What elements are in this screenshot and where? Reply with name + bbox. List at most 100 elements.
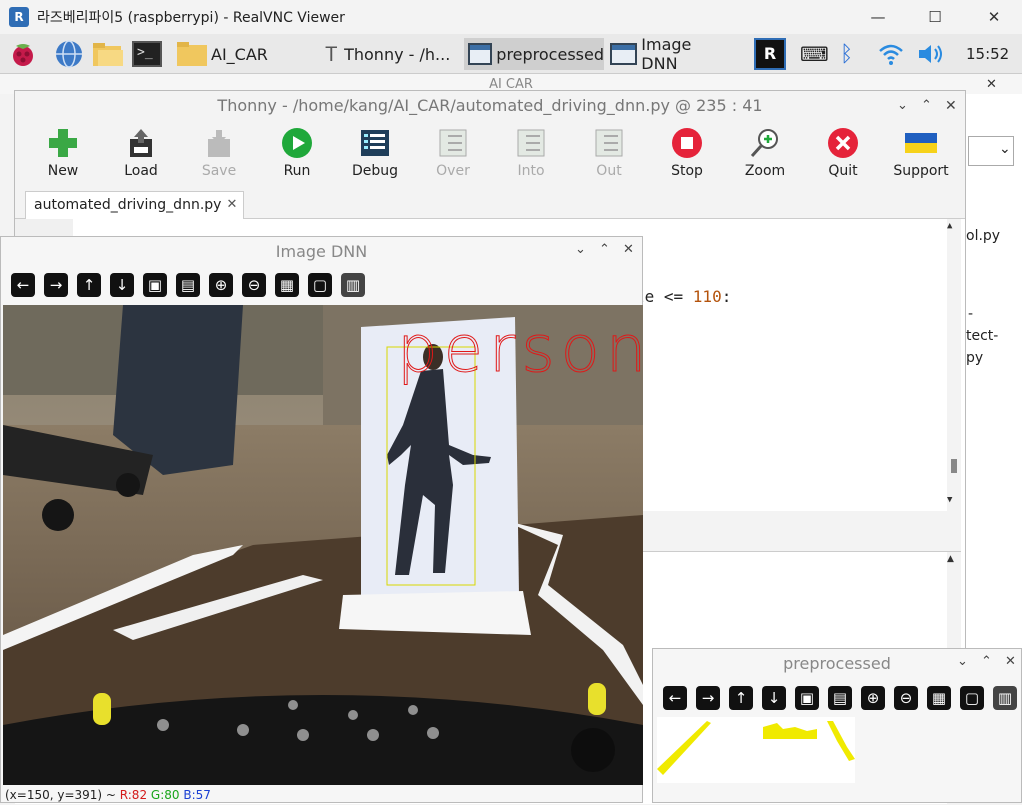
pan-left-icon[interactable]: ←: [663, 686, 687, 710]
chevron-down-icon[interactable]: ⌄: [575, 242, 586, 257]
step-out-button[interactable]: Out: [574, 127, 644, 179]
taskbar-preprocessed[interactable]: preprocessed: [464, 38, 604, 70]
taskbar-image-dnn[interactable]: Image DNN: [610, 35, 730, 73]
save-button[interactable]: Save: [184, 127, 254, 179]
aicar-close-icon[interactable]: ✕: [986, 74, 997, 96]
editor-tab-bar: automated_driving_dnn.py ✕: [15, 185, 965, 219]
zoom-in-icon[interactable]: ⊕: [861, 686, 885, 710]
folder-icon: [177, 42, 207, 66]
tab-close-icon[interactable]: ✕: [227, 192, 238, 218]
taskbar-thonny[interactable]: Ꭲ Thonny - /h...: [326, 38, 460, 70]
file-item-label: py: [966, 350, 984, 366]
vnc-logo-icon: R: [9, 7, 29, 27]
scroll-thumb[interactable]: [951, 459, 957, 473]
pixel-status-bar: (x=150, y=391) ~ R:82 G:80 B:57: [5, 787, 211, 803]
maximize-icon[interactable]: ⌃: [981, 654, 992, 669]
zoom-button[interactable]: Zoom: [730, 127, 800, 179]
preprocessed-window: preprocessed ⌄ ⌃ ✕ ← → ↑ ↓ ▣ ▤ ⊕ ⊖ ▦ ▢ ▥: [652, 648, 1022, 803]
save-icon: [203, 127, 235, 159]
copy-clipboard-icon[interactable]: ▢: [960, 686, 984, 710]
close-button[interactable]: ✕: [980, 6, 1008, 28]
pan-right-icon[interactable]: →: [696, 686, 720, 710]
maximize-icon[interactable]: ⌃: [599, 242, 610, 257]
vnc-title-bar: R 라즈베리파이5 (raspberrypi) - RealVNC Viewer…: [0, 0, 1022, 34]
out-label: Out: [596, 163, 622, 179]
step-over-button[interactable]: Over: [418, 127, 488, 179]
zoom-out-icon[interactable]: ⊖: [894, 686, 918, 710]
file-manager-icon[interactable]: [92, 38, 124, 70]
close-icon[interactable]: ✕: [1005, 654, 1016, 669]
copy-clipboard-icon[interactable]: ▢: [308, 273, 332, 297]
taskbar-preprocessed-label: preprocessed: [496, 44, 604, 64]
pi-taskbar: >_ AI_CAR Ꭲ Thonny - /h... preprocessed …: [0, 34, 1022, 74]
background-dropdown[interactable]: ⌄: [968, 136, 1014, 166]
raspberry-menu-icon[interactable]: [8, 38, 38, 70]
step-into-icon: [515, 127, 547, 159]
taskbar-aicar[interactable]: AI_CAR: [176, 38, 268, 70]
zoom-fit-icon[interactable]: ▣: [795, 686, 819, 710]
thonny-maximize-icon[interactable]: ⌃: [921, 91, 932, 121]
debug-button[interactable]: Debug: [340, 127, 410, 179]
editor-scrollbar[interactable]: ▲ ▼: [947, 219, 961, 511]
debug-label: Debug: [351, 163, 399, 179]
support-button[interactable]: Support: [886, 127, 956, 179]
taskbar-aicar-label: AI_CAR: [211, 44, 268, 64]
image-dnn-window: Image DNN ⌄ ⌃ ✕ ← → ↑ ↓ ▣ ▤ ⊕ ⊖ ▦ ▢ ▥ pe…: [0, 236, 643, 803]
stop-button[interactable]: Stop: [652, 127, 722, 179]
zoom-original-icon[interactable]: ▤: [176, 273, 200, 297]
stop-label: Stop: [671, 163, 703, 179]
close-icon[interactable]: ✕: [623, 242, 634, 257]
pan-left-icon[interactable]: ←: [11, 273, 35, 297]
vnc-server-icon[interactable]: R: [754, 38, 786, 70]
browser-globe-icon[interactable]: [54, 38, 84, 70]
save-image-icon[interactable]: ▦: [927, 686, 951, 710]
zoom-out-icon[interactable]: ⊖: [242, 273, 266, 297]
pan-up-icon[interactable]: ↑: [729, 686, 753, 710]
thonny-icon: Ꭲ: [326, 42, 339, 66]
tab-automated-driving[interactable]: automated_driving_dnn.py ✕: [25, 191, 245, 219]
run-button[interactable]: Run: [262, 127, 332, 179]
pan-up-icon[interactable]: ↑: [77, 273, 101, 297]
bluetooth-icon[interactable]: ᛒ: [840, 38, 853, 70]
pan-down-icon[interactable]: ↓: [762, 686, 786, 710]
zoom-fit-icon[interactable]: ▣: [143, 273, 167, 297]
terminal-icon[interactable]: >_: [132, 38, 162, 70]
taskbar-thonny-label: Thonny - /h...: [344, 44, 451, 64]
zoom-label: Zoom: [744, 163, 786, 179]
thonny-title: Thonny - /home/kang/AI_CAR/automated_dri…: [217, 96, 763, 115]
vnc-window-title: 라즈베리파이5 (raspberrypi) - RealVNC Viewer: [37, 10, 345, 26]
step-into-button[interactable]: Into: [496, 127, 566, 179]
thonny-title-bar: Thonny - /home/kang/AI_CAR/automated_dri…: [15, 91, 965, 121]
new-label: New: [47, 163, 79, 179]
keyboard-icon[interactable]: ⌨: [800, 38, 829, 70]
pan-down-icon[interactable]: ↓: [110, 273, 134, 297]
wifi-icon[interactable]: [878, 38, 904, 70]
save-image-icon[interactable]: ▦: [275, 273, 299, 297]
load-icon: [125, 127, 157, 159]
zoom-in-icon[interactable]: ⊕: [209, 273, 233, 297]
properties-icon[interactable]: ▥: [993, 686, 1017, 710]
run-label: Run: [283, 163, 311, 179]
scroll-up-icon[interactable]: ▲: [947, 221, 952, 231]
thonny-toolbar: New Load Save Run Debug Over Into Out St…: [15, 121, 965, 185]
chevron-down-icon[interactable]: ⌄: [957, 654, 968, 669]
status-blue: B:57: [183, 788, 211, 802]
file-item-label: tect-: [966, 328, 999, 344]
maximize-button[interactable]: ☐: [921, 6, 949, 28]
properties-icon[interactable]: ▥: [341, 273, 365, 297]
load-button[interactable]: Load: [106, 127, 176, 179]
scroll-down-icon[interactable]: ▼: [947, 495, 952, 505]
quit-button[interactable]: Quit: [808, 127, 878, 179]
status-red: R:82: [119, 788, 148, 802]
zoom-original-icon[interactable]: ▤: [828, 686, 852, 710]
scroll-up-icon[interactable]: ▲: [947, 554, 954, 564]
volume-icon[interactable]: [916, 38, 944, 70]
chevron-down-icon: ⌄: [999, 141, 1011, 157]
minimize-button[interactable]: —: [864, 6, 892, 28]
thonny-close-icon[interactable]: ✕: [945, 91, 957, 121]
pan-right-icon[interactable]: →: [44, 273, 68, 297]
window-icon: [468, 43, 493, 65]
quit-icon: [827, 127, 859, 159]
thonny-menu-chevron-icon[interactable]: ⌄: [897, 91, 908, 121]
new-button[interactable]: New: [28, 127, 98, 179]
